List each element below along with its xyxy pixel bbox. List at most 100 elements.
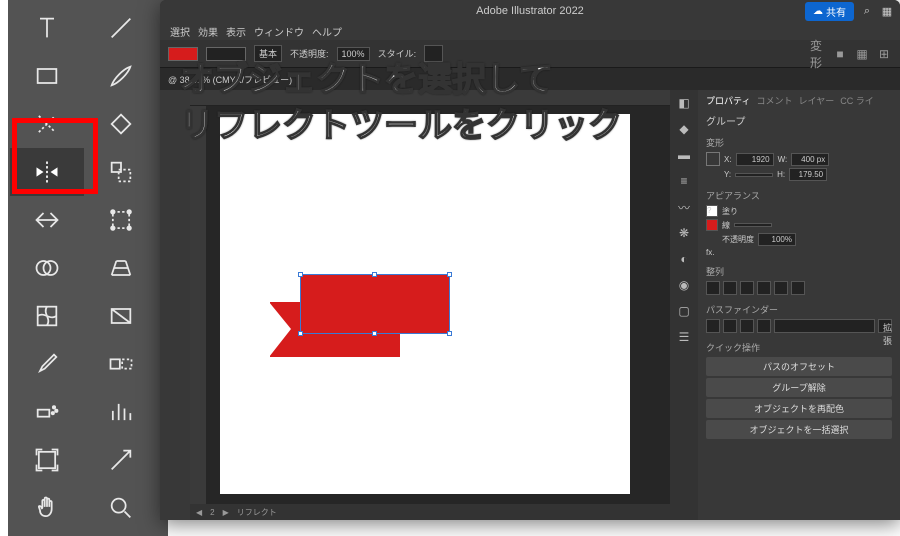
transform-section-title: 変形: [706, 136, 892, 149]
offset-path-button[interactable]: パスのオフセット: [706, 357, 892, 376]
quick-section-title: クイック操作: [706, 341, 892, 354]
perspective-grid-tool[interactable]: [84, 244, 158, 292]
current-tool-label: リフレクト: [237, 507, 277, 518]
artboard-number: 2: [210, 508, 214, 517]
intersect-icon[interactable]: [740, 319, 754, 333]
layers-panel-icon[interactable]: ☰: [670, 324, 698, 350]
ribbon-shape-front[interactable]: [300, 274, 450, 334]
tab-properties[interactable]: プロパティ: [706, 94, 750, 107]
h-field[interactable]: 179.50: [789, 168, 827, 181]
opacity-field[interactable]: 100%: [758, 233, 796, 246]
artboard-tool[interactable]: [10, 436, 84, 484]
stroke-swatch-icon[interactable]: [706, 219, 718, 231]
ungroup-button[interactable]: グループ解除: [706, 378, 892, 397]
search-icon[interactable]: ⌕: [860, 5, 874, 19]
eyedropper-tool[interactable]: [10, 340, 84, 388]
eraser-tool[interactable]: [84, 100, 158, 148]
selection-handle[interactable]: [447, 272, 452, 277]
gradient-panel-icon[interactable]: ▬: [670, 142, 698, 168]
appearance-panel-icon[interactable]: ◉: [670, 272, 698, 298]
align-menu-icon[interactable]: ■: [832, 46, 848, 62]
selection-handle[interactable]: [372, 331, 377, 336]
fill-question-icon[interactable]: ?: [706, 205, 718, 217]
fill-label: 塗り: [722, 206, 738, 217]
paintbrush-tool[interactable]: [84, 52, 158, 100]
shaper-tool[interactable]: [10, 100, 84, 148]
selection-handle[interactable]: [372, 272, 377, 277]
selection-type: グループ: [706, 113, 892, 128]
transform-menu-icon[interactable]: 変形: [810, 46, 826, 62]
arrange-icon[interactable]: ▦: [880, 5, 894, 19]
artboard: [220, 114, 630, 494]
reference-point-icon[interactable]: [706, 152, 720, 166]
swatches-panel-icon[interactable]: ◧: [670, 90, 698, 116]
exclude-icon[interactable]: [757, 319, 771, 333]
color-panel-icon[interactable]: ◆: [670, 116, 698, 142]
artboard-nav-next[interactable]: ▶: [223, 508, 229, 517]
recolor-button[interactable]: オブジェクトを再配色: [706, 399, 892, 418]
tab-cc[interactable]: CC ライ: [840, 94, 874, 107]
fx-label[interactable]: fx.: [706, 248, 714, 257]
align-top-icon[interactable]: [757, 281, 771, 295]
hand-tool[interactable]: [10, 484, 84, 532]
menu-window[interactable]: ウィンドウ: [254, 24, 304, 39]
blend-tool[interactable]: [84, 340, 158, 388]
type-tool[interactable]: [10, 4, 84, 52]
align-left-icon[interactable]: [706, 281, 720, 295]
transparency-panel-icon[interactable]: ◐: [670, 246, 698, 272]
align-section-title: 整列: [706, 265, 892, 278]
share-label: 共有: [826, 4, 846, 19]
canvas[interactable]: ◀ 2 ▶ リフレクト: [190, 90, 670, 520]
ruler-vertical: [190, 106, 206, 520]
tools-panel: [8, 0, 168, 536]
zoom-tool[interactable]: [84, 484, 158, 532]
align-right-icon[interactable]: [740, 281, 754, 295]
rectangle-tool[interactable]: [10, 52, 84, 100]
menu-view[interactable]: 表示: [226, 24, 246, 39]
x-label: X:: [724, 155, 732, 164]
stroke-panel-icon[interactable]: ≡: [670, 168, 698, 194]
artboard-nav-prev[interactable]: ◀: [196, 508, 202, 517]
slice-tool[interactable]: [84, 436, 158, 484]
menu-select[interactable]: 選択: [170, 24, 190, 39]
column-graph-tool[interactable]: [84, 388, 158, 436]
selection-handle[interactable]: [298, 331, 303, 336]
graphic-styles-panel-icon[interactable]: ▢: [670, 298, 698, 324]
align-vcenter-icon[interactable]: [774, 281, 788, 295]
reflect-tool[interactable]: [10, 148, 84, 196]
selection-handle[interactable]: [298, 272, 303, 277]
more-icon[interactable]: ⊞: [876, 46, 892, 62]
free-transform-tool[interactable]: [84, 196, 158, 244]
left-tool-strip: [160, 90, 190, 520]
brushes-panel-icon[interactable]: 〰: [670, 194, 698, 220]
menu-help[interactable]: ヘルプ: [312, 24, 342, 39]
x-field[interactable]: 1920: [736, 153, 774, 166]
tab-layers[interactable]: レイヤー: [798, 94, 834, 107]
opacity-label-prop: 不透明度: [722, 234, 754, 245]
mesh-tool[interactable]: [10, 292, 84, 340]
symbol-sprayer-tool[interactable]: [10, 388, 84, 436]
share-button[interactable]: ☁ 共有: [805, 2, 854, 21]
stroke-weight-field[interactable]: [734, 223, 772, 227]
align-bottom-icon[interactable]: [791, 281, 805, 295]
unite-icon[interactable]: [706, 319, 720, 333]
selection-handle[interactable]: [447, 331, 452, 336]
symbols-panel-icon[interactable]: ❋: [670, 220, 698, 246]
tab-comments[interactable]: コメント: [756, 94, 792, 107]
y-field[interactable]: [735, 173, 773, 177]
align-hcenter-icon[interactable]: [723, 281, 737, 295]
scale-tool[interactable]: [84, 148, 158, 196]
minus-front-icon[interactable]: [723, 319, 737, 333]
width-tool[interactable]: [10, 196, 84, 244]
gradient-tool[interactable]: [84, 292, 158, 340]
shape-builder-tool[interactable]: [10, 244, 84, 292]
grid-icon[interactable]: ▦: [854, 46, 870, 62]
right-panel: ◧ ◆ ▬ ≡ 〰 ❋ ◐ ◉ ▢ ☰ プロパティ コメント レイヤー CC ラ…: [670, 90, 900, 520]
line-tool[interactable]: [84, 4, 158, 52]
menu-effect[interactable]: 効果: [198, 24, 218, 39]
select-all-button[interactable]: オブジェクトを一括選択: [706, 420, 892, 439]
w-field[interactable]: 400 px: [791, 153, 829, 166]
properties-panel: プロパティ コメント レイヤー CC ライ グループ 変形 X: 1920 W:…: [698, 90, 900, 520]
app-title: Adobe Illustrator 2022: [476, 5, 584, 17]
expand-button[interactable]: 拡張: [878, 319, 892, 333]
